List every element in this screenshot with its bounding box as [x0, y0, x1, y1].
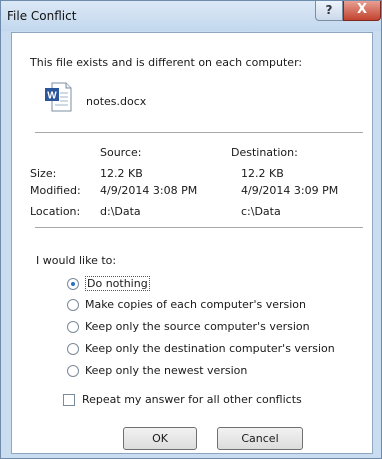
size-label: Size: [30, 167, 57, 180]
word-letter: W [47, 91, 57, 102]
radio-button[interactable] [67, 298, 79, 311]
ok-button[interactable]: OK [123, 427, 197, 450]
destination-modified: 4/9/2014 3:09 PM [241, 184, 339, 197]
source-header: Source: [100, 146, 142, 159]
title-bar[interactable]: File Conflict ? X [1, 1, 381, 31]
location-label: Location: [30, 205, 81, 218]
option-keep-destination[interactable]: Keep only the destination computer's ver… [67, 342, 335, 355]
radio-button[interactable] [67, 320, 79, 333]
destination-size: 12.2 KB [241, 167, 284, 180]
option-label[interactable]: Keep only the newest version [85, 364, 247, 377]
dialog-title: File Conflict [7, 9, 77, 23]
divider [35, 227, 363, 228]
option-label[interactable]: Make copies of each computer's version [85, 298, 306, 311]
cancel-button[interactable]: Cancel [217, 427, 303, 450]
source-modified: 4/9/2014 3:08 PM [100, 184, 198, 197]
file-name: notes.docx [86, 95, 147, 108]
option-do-nothing[interactable]: Do nothing [67, 276, 150, 291]
checkbox-label[interactable]: Repeat my answer for all other conflicts [82, 393, 302, 406]
option-keep-newest[interactable]: Keep only the newest version [67, 364, 247, 377]
destination-header: Destination: [231, 146, 298, 159]
choice-prompt: I would like to: [36, 254, 117, 267]
dialog-content: This file exists and is different on eac… [11, 32, 373, 454]
destination-location: c:\Data [241, 205, 281, 218]
option-label[interactable]: Keep only the source computer's version [85, 320, 310, 333]
source-location: d:\Data [100, 205, 141, 218]
option-make-copies[interactable]: Make copies of each computer's version [67, 298, 306, 311]
word-document-icon: W [45, 82, 72, 112]
option-label[interactable]: Keep only the destination computer's ver… [85, 342, 335, 355]
file-conflict-dialog: File Conflict ? X This file exists and i… [0, 0, 382, 459]
source-size: 12.2 KB [100, 167, 143, 180]
repeat-answer-checkbox[interactable]: Repeat my answer for all other conflicts [63, 393, 302, 406]
option-label[interactable]: Do nothing [85, 276, 150, 291]
help-button[interactable]: ? [315, 1, 343, 21]
conflict-message: This file exists and is different on eac… [30, 56, 303, 69]
radio-button[interactable] [67, 364, 79, 377]
radio-button[interactable] [67, 277, 79, 290]
close-button[interactable]: X [343, 1, 381, 21]
divider [35, 132, 363, 133]
checkbox[interactable] [63, 393, 75, 406]
option-keep-source[interactable]: Keep only the source computer's version [67, 320, 310, 333]
radio-button[interactable] [67, 342, 79, 355]
modified-label: Modified: [30, 184, 81, 197]
